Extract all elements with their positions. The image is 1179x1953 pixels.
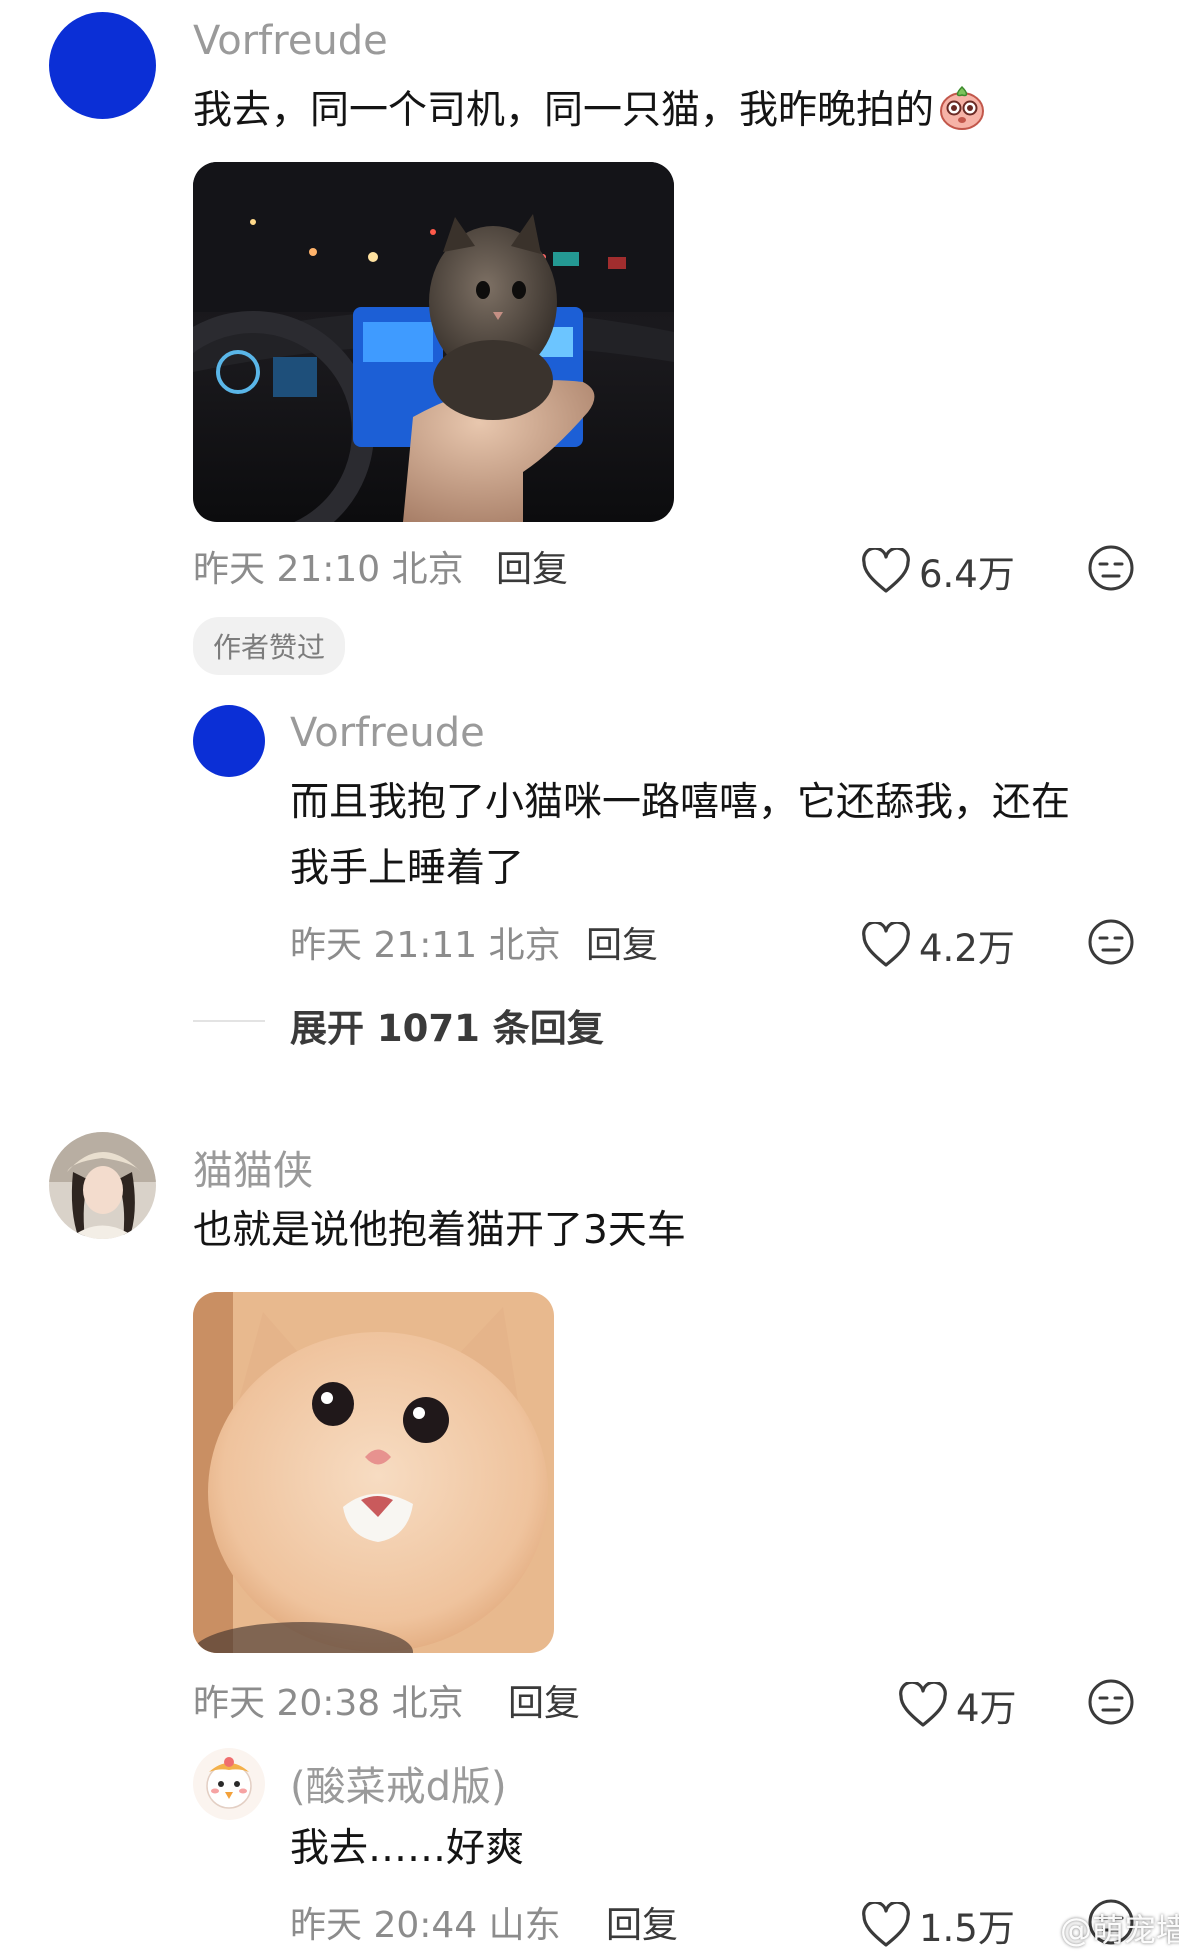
comment-timestamp: 昨天 21:10 北京 xyxy=(193,549,464,590)
heart-icon xyxy=(862,548,910,593)
like-count: 4.2万 xyxy=(919,927,1015,970)
like-button[interactable]: 4.2万 xyxy=(861,918,1015,972)
avatar[interactable] xyxy=(193,1748,265,1820)
reply-timestamp: 昨天 21:11 北京 xyxy=(290,925,561,966)
photo-crying-kitten[interactable] xyxy=(193,1292,554,1653)
username[interactable]: 猫猫侠 xyxy=(193,1138,313,1196)
watermark: @萌宠墙 xyxy=(1010,1905,1179,1951)
neutral-face-icon[interactable] xyxy=(1087,1678,1135,1726)
neutral-face-icon[interactable] xyxy=(1087,918,1135,966)
comment-text: 我去，同一个司机，同一只猫，我昨晚拍的 xyxy=(193,78,986,144)
weibo-logo-icon xyxy=(1011,1915,1054,1946)
reply-text: 我手上睡着了 xyxy=(290,846,525,891)
reply-button[interactable]: 回复 xyxy=(496,540,568,592)
reply-button[interactable]: 回复 xyxy=(606,1896,678,1948)
neutral-face-icon[interactable] xyxy=(1087,544,1135,592)
username[interactable]: Vorfreude xyxy=(193,18,388,64)
photo-kitten-in-car[interactable] xyxy=(193,162,674,522)
like-button[interactable]: 1.5万 xyxy=(861,1898,1015,1952)
heart-icon xyxy=(899,1682,947,1727)
like-count: 1.5万 xyxy=(919,1907,1015,1950)
heart-icon xyxy=(862,1902,910,1947)
expand-divider xyxy=(193,1020,265,1022)
peach-face-emoji-icon xyxy=(940,85,985,130)
avatar[interactable] xyxy=(193,705,265,777)
avatar[interactable] xyxy=(49,12,156,119)
comment-timestamp: 昨天 20:38 北京 xyxy=(193,1683,464,1724)
avatar[interactable] xyxy=(49,1132,156,1239)
reply-timestamp: 昨天 20:44 山东 xyxy=(290,1905,561,1946)
like-button[interactable]: 6.4万 xyxy=(861,544,1015,598)
reply-text: 我去……好爽 xyxy=(290,1826,525,1871)
reply-text: 而且我抱了小猫咪一路嘻嘻，它还舔我，还在 xyxy=(290,780,1071,825)
reply-button[interactable]: 回复 xyxy=(586,916,658,968)
author-liked-badge: 作者赞过 xyxy=(193,617,346,675)
comment-text: 也就是说他抱着猫开了3天车 xyxy=(193,1208,686,1253)
like-button[interactable]: 4万 xyxy=(898,1678,1017,1732)
like-count: 4万 xyxy=(956,1687,1017,1730)
heart-icon xyxy=(862,922,910,967)
expand-replies-button[interactable]: 展开 1071 条回复 xyxy=(290,998,604,1052)
reply-button[interactable]: 回复 xyxy=(508,1674,580,1726)
username[interactable]: (酸菜戒d版) xyxy=(290,1754,507,1812)
username[interactable]: Vorfreude xyxy=(290,710,485,756)
like-count: 6.4万 xyxy=(919,553,1015,596)
